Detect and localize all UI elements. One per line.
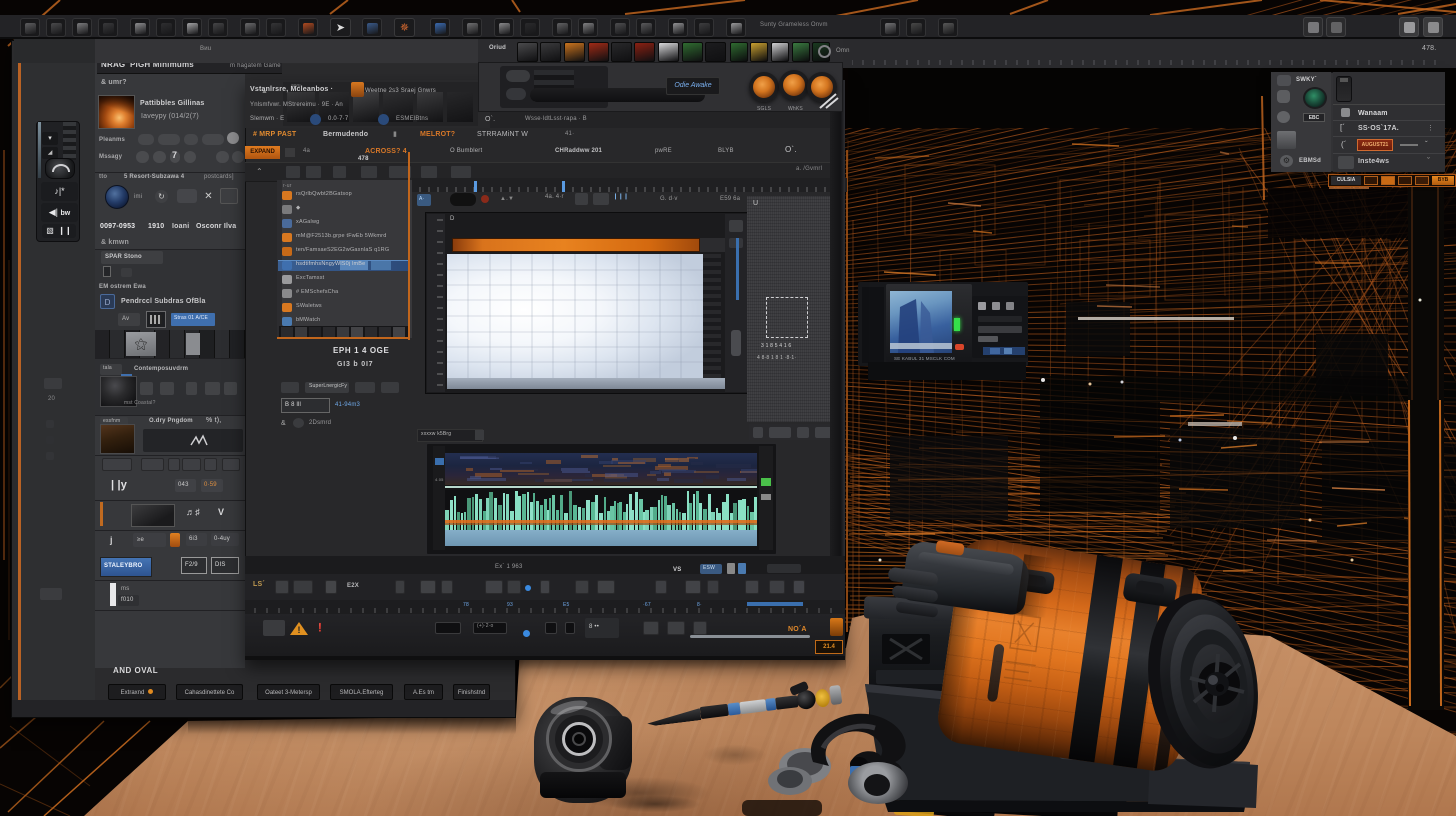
svg-text:!: ! [298,625,301,635]
